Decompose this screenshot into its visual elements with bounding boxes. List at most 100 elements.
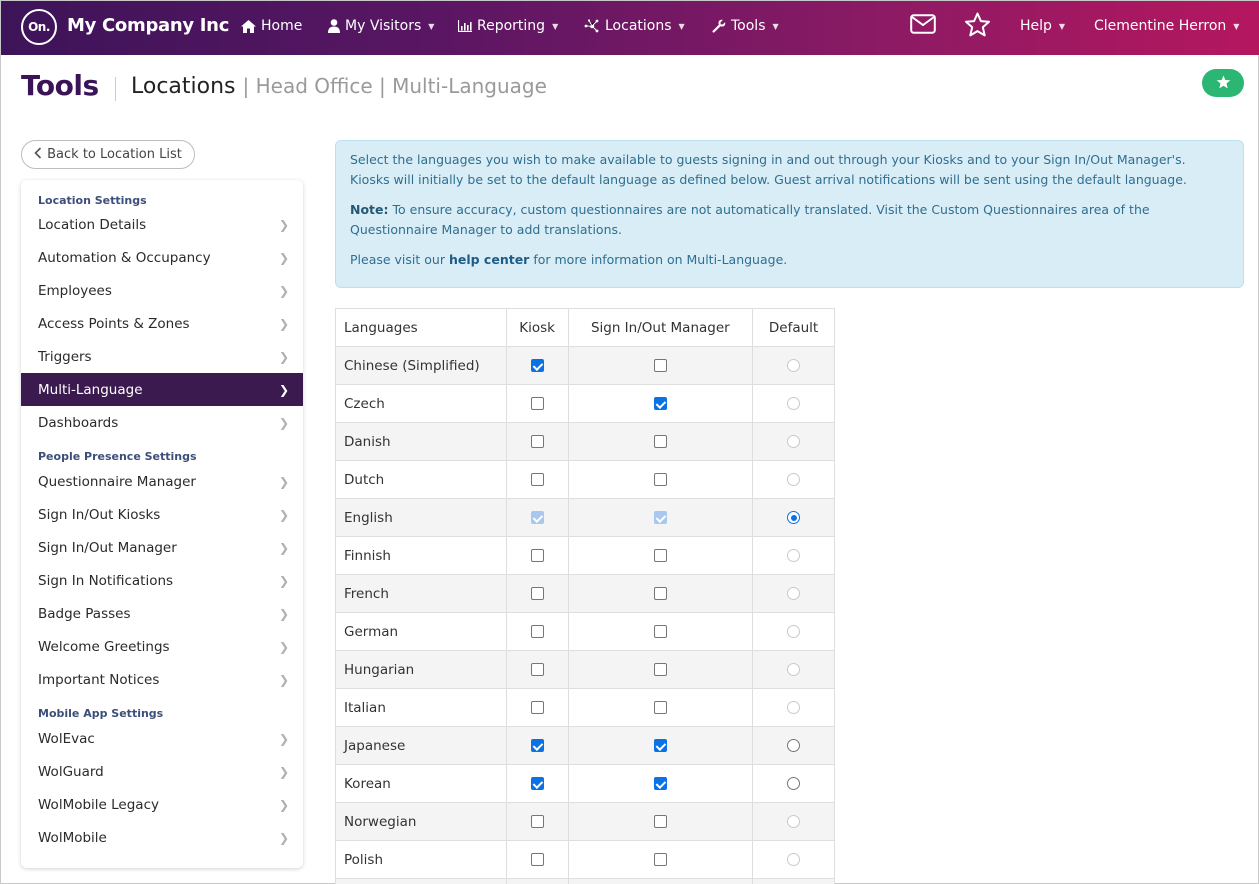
sidebar-item-questionnaire-manager[interactable]: Questionnaire Manager ❯ xyxy=(21,465,303,498)
kiosk-checkbox[interactable] xyxy=(530,435,544,448)
kiosk-checkbox[interactable] xyxy=(530,701,544,714)
sidebar-item-multi-language[interactable]: Multi-Language ❯ xyxy=(21,373,303,406)
kiosk-checkbox[interactable] xyxy=(530,663,544,676)
sidebar-item-label: Welcome Greetings xyxy=(38,638,170,655)
sidebar-item-wolmobile-legacy[interactable]: WolMobile Legacy ❯ xyxy=(21,788,303,821)
manager-checkbox[interactable] xyxy=(653,625,667,638)
kiosk-checkbox[interactable] xyxy=(530,397,544,410)
sidebar-item-employees[interactable]: Employees ❯ xyxy=(21,274,303,307)
manager-checkbox[interactable] xyxy=(653,701,667,714)
kiosk-checkbox[interactable] xyxy=(530,473,544,486)
kiosk-checkbox-cell xyxy=(505,612,569,651)
chevron-right-icon: ❯ xyxy=(278,283,289,298)
manager-checkbox[interactable] xyxy=(653,739,667,752)
language-name: Korean xyxy=(335,764,507,803)
help-center-link[interactable]: help center xyxy=(449,252,529,267)
default-radio-cell xyxy=(752,764,835,803)
kiosk-checkbox[interactable] xyxy=(530,815,544,828)
manager-checkbox[interactable] xyxy=(653,587,667,600)
chevron-right-icon: ❯ xyxy=(278,672,289,687)
nav-locations-label: Locations xyxy=(605,18,672,34)
manager-checkbox[interactable] xyxy=(653,777,667,790)
logo[interactable]: On. xyxy=(21,9,57,45)
nav-my-visitors-label: My Visitors xyxy=(345,18,422,34)
brand-name[interactable]: My Company Inc xyxy=(67,15,229,36)
sidebar-item-access-points-zones[interactable]: Access Points & Zones ❯ xyxy=(21,307,303,340)
nav-help[interactable]: Help ▼ xyxy=(1020,18,1065,34)
manager-checkbox[interactable] xyxy=(653,473,667,486)
sidebar-item-label: Dashboards xyxy=(38,414,119,431)
nav-user-menu[interactable]: Clementine Herron ▼ xyxy=(1094,18,1239,34)
sidebar-item-location-details[interactable]: Location Details ❯ xyxy=(21,208,303,241)
language-name: German xyxy=(335,612,507,651)
back-to-location-list-button[interactable]: Back to Location List xyxy=(21,140,195,169)
kiosk-checkbox[interactable] xyxy=(530,625,544,638)
star-outline-icon[interactable] xyxy=(964,12,991,42)
favorite-button[interactable] xyxy=(1202,69,1244,97)
sidebar-item-welcome-greetings[interactable]: Welcome Greetings ❯ xyxy=(21,630,303,663)
kiosk-checkbox[interactable] xyxy=(530,587,544,600)
default-language-radio xyxy=(787,853,801,866)
logo-text: On. xyxy=(28,20,50,34)
nav-tools[interactable]: Tools ▼ xyxy=(712,18,779,34)
nav-reporting-label: Reporting xyxy=(477,18,546,34)
kiosk-checkbox-cell xyxy=(505,650,569,689)
sidebar-item-wolguard[interactable]: WolGuard ❯ xyxy=(21,755,303,788)
sidebar-item-wolevac[interactable]: WolEvac ❯ xyxy=(21,722,303,755)
manager-checkbox-cell xyxy=(567,650,754,689)
language-name: Norwegian xyxy=(335,802,507,841)
manager-checkbox[interactable] xyxy=(653,815,667,828)
sidebar-item-label: Badge Passes xyxy=(38,605,131,622)
nav-reporting[interactable]: Reporting ▼ xyxy=(458,18,558,34)
default-language-radio[interactable] xyxy=(787,511,801,524)
kiosk-checkbox[interactable] xyxy=(530,853,544,866)
default-language-radio xyxy=(787,815,801,828)
settings-sidebar: Location Settings Location Details ❯ Auto… xyxy=(21,180,303,868)
kiosk-checkbox-cell xyxy=(505,422,569,461)
chevron-left-icon xyxy=(34,146,42,163)
kiosk-checkbox[interactable] xyxy=(530,777,544,790)
table-cell xyxy=(505,878,569,884)
default-language-radio[interactable] xyxy=(787,777,801,790)
manager-checkbox[interactable] xyxy=(653,549,667,562)
page-title: Tools xyxy=(21,69,99,102)
language-name: Czech xyxy=(335,384,507,423)
default-radio-cell xyxy=(752,688,835,727)
manager-checkbox[interactable] xyxy=(653,435,667,448)
sidebar-item-triggers[interactable]: Triggers ❯ xyxy=(21,340,303,373)
manager-checkbox[interactable] xyxy=(653,853,667,866)
chevron-right-icon: ❯ xyxy=(278,415,289,430)
default-radio-cell xyxy=(752,612,835,651)
sidebar-item-sign-in-notifications[interactable]: Sign In Notifications ❯ xyxy=(21,564,303,597)
default-language-radio xyxy=(787,625,801,638)
nav-locations[interactable]: Locations ▼ xyxy=(584,18,685,34)
info-help-post: for more information on Multi-Language. xyxy=(533,252,788,267)
sidebar-item-automation-occupancy[interactable]: Automation & Occupancy ❯ xyxy=(21,241,303,274)
chevron-right-icon: ❯ xyxy=(278,797,289,812)
sidebar-item-wolmobile[interactable]: WolMobile ❯ xyxy=(21,821,303,854)
table-row: Chinese (Simplified) xyxy=(335,346,835,385)
kiosk-checkbox[interactable] xyxy=(530,549,544,562)
kiosk-checkbox[interactable] xyxy=(530,739,544,752)
sidebar-item-important-notices[interactable]: Important Notices ❯ xyxy=(21,663,303,696)
sidebar-item-sign-in-out-kiosks[interactable]: Sign In/Out Kiosks ❯ xyxy=(21,498,303,531)
sidebar-section-title: Location Settings xyxy=(38,194,147,207)
chevron-right-icon: ❯ xyxy=(278,316,289,331)
default-language-radio xyxy=(787,473,801,486)
default-language-radio[interactable] xyxy=(787,739,801,752)
sidebar-item-badge-passes[interactable]: Badge Passes ❯ xyxy=(21,597,303,630)
manager-checkbox[interactable] xyxy=(653,359,667,372)
kiosk-checkbox-cell xyxy=(505,840,569,879)
nav-my-visitors[interactable]: My Visitors ▼ xyxy=(328,18,434,34)
default-radio-cell xyxy=(752,536,835,575)
manager-checkbox[interactable] xyxy=(653,663,667,676)
kiosk-checkbox-cell xyxy=(505,460,569,499)
sidebar-item-sign-in-out-manager[interactable]: Sign In/Out Manager ❯ xyxy=(21,531,303,564)
kiosk-checkbox[interactable] xyxy=(530,359,544,372)
kiosk-checkbox-cell xyxy=(505,574,569,613)
sidebar-item-dashboards[interactable]: Dashboards ❯ xyxy=(21,406,303,439)
nav-home[interactable]: Home xyxy=(241,18,302,34)
manager-checkbox[interactable] xyxy=(653,397,667,410)
mail-icon[interactable] xyxy=(910,14,936,38)
language-name: French xyxy=(335,574,507,613)
